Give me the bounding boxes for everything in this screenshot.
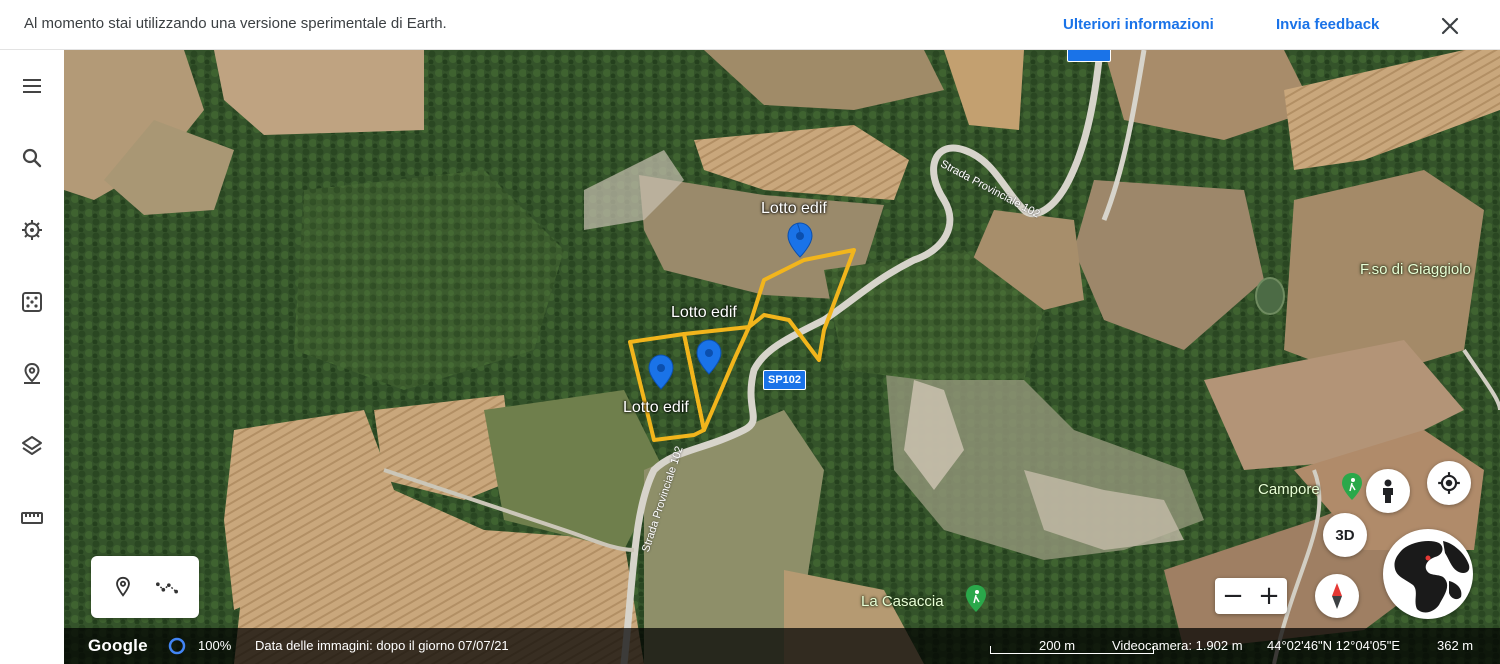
camera-altitude: Videocamera: 1.902 m <box>1112 638 1243 653</box>
road-badge-top <box>1067 50 1111 62</box>
status-bar: Google 100% Data delle immagini: dopo il… <box>64 628 1500 664</box>
add-placemark-pin-icon[interactable] <box>105 569 141 605</box>
draw-path-icon[interactable] <box>149 569 185 605</box>
street-view-pegman-icon[interactable] <box>1366 469 1410 513</box>
learn-more-link[interactable]: Ulteriori informazioni <box>1063 16 1214 33</box>
satellite-imagery <box>64 50 1500 664</box>
place-label-casaccia[interactable]: La Casaccia <box>861 593 944 610</box>
voyager-icon[interactable] <box>14 212 50 248</box>
placemark-label[interactable]: Lotto edif <box>671 304 737 322</box>
zoom-in-button[interactable]: + <box>1251 578 1287 614</box>
place-label-campore[interactable]: Campore <box>1258 481 1320 498</box>
drawing-toolbox <box>91 556 199 618</box>
experimental-banner: Al momento stai utilizzando una versione… <box>0 0 1500 50</box>
load-percent: 100% <box>198 638 232 653</box>
place-label-giaggiolo[interactable]: F.so di Giaggiolo <box>1360 261 1471 278</box>
satellite-map[interactable]: SP102 Strada Provinciale 102 Strada Prov… <box>64 50 1500 664</box>
send-feedback-link[interactable]: Invia feedback <box>1276 16 1379 33</box>
measure-ruler-icon[interactable] <box>14 500 50 536</box>
compass-icon[interactable] <box>1315 574 1359 618</box>
search-icon[interactable] <box>14 140 50 176</box>
map-style-layers-icon[interactable] <box>14 428 50 464</box>
cursor-coordinates: 44°02'46"N 12°04'05"E <box>1267 638 1401 653</box>
zoom-out-button[interactable]: − <box>1215 578 1251 614</box>
zoom-controls: − + <box>1215 578 1287 614</box>
road-badge-sp102: SP102 <box>763 370 807 390</box>
feeling-lucky-dice-icon[interactable] <box>14 284 50 320</box>
imagery-date: Data delle immagini: dopo il giorno 07/0… <box>255 638 509 653</box>
toggle-3d-button[interactable]: 3D <box>1323 513 1367 557</box>
banner-message: Al momento stai utilizzando una versione… <box>24 15 447 32</box>
google-logo: Google <box>88 636 148 655</box>
left-rail <box>0 50 64 664</box>
menu-icon[interactable] <box>14 68 50 104</box>
close-icon[interactable] <box>1438 14 1462 38</box>
globe-minimap-icon[interactable] <box>1383 529 1473 619</box>
projects-pin-icon[interactable] <box>14 356 50 392</box>
ground-elevation: 362 m <box>1437 638 1474 653</box>
placemark-label[interactable]: Lotto edif <box>761 200 827 218</box>
my-location-icon[interactable] <box>1427 461 1471 505</box>
loading-ring-icon <box>168 637 186 658</box>
placemark-label[interactable]: Lotto edif <box>623 399 689 417</box>
